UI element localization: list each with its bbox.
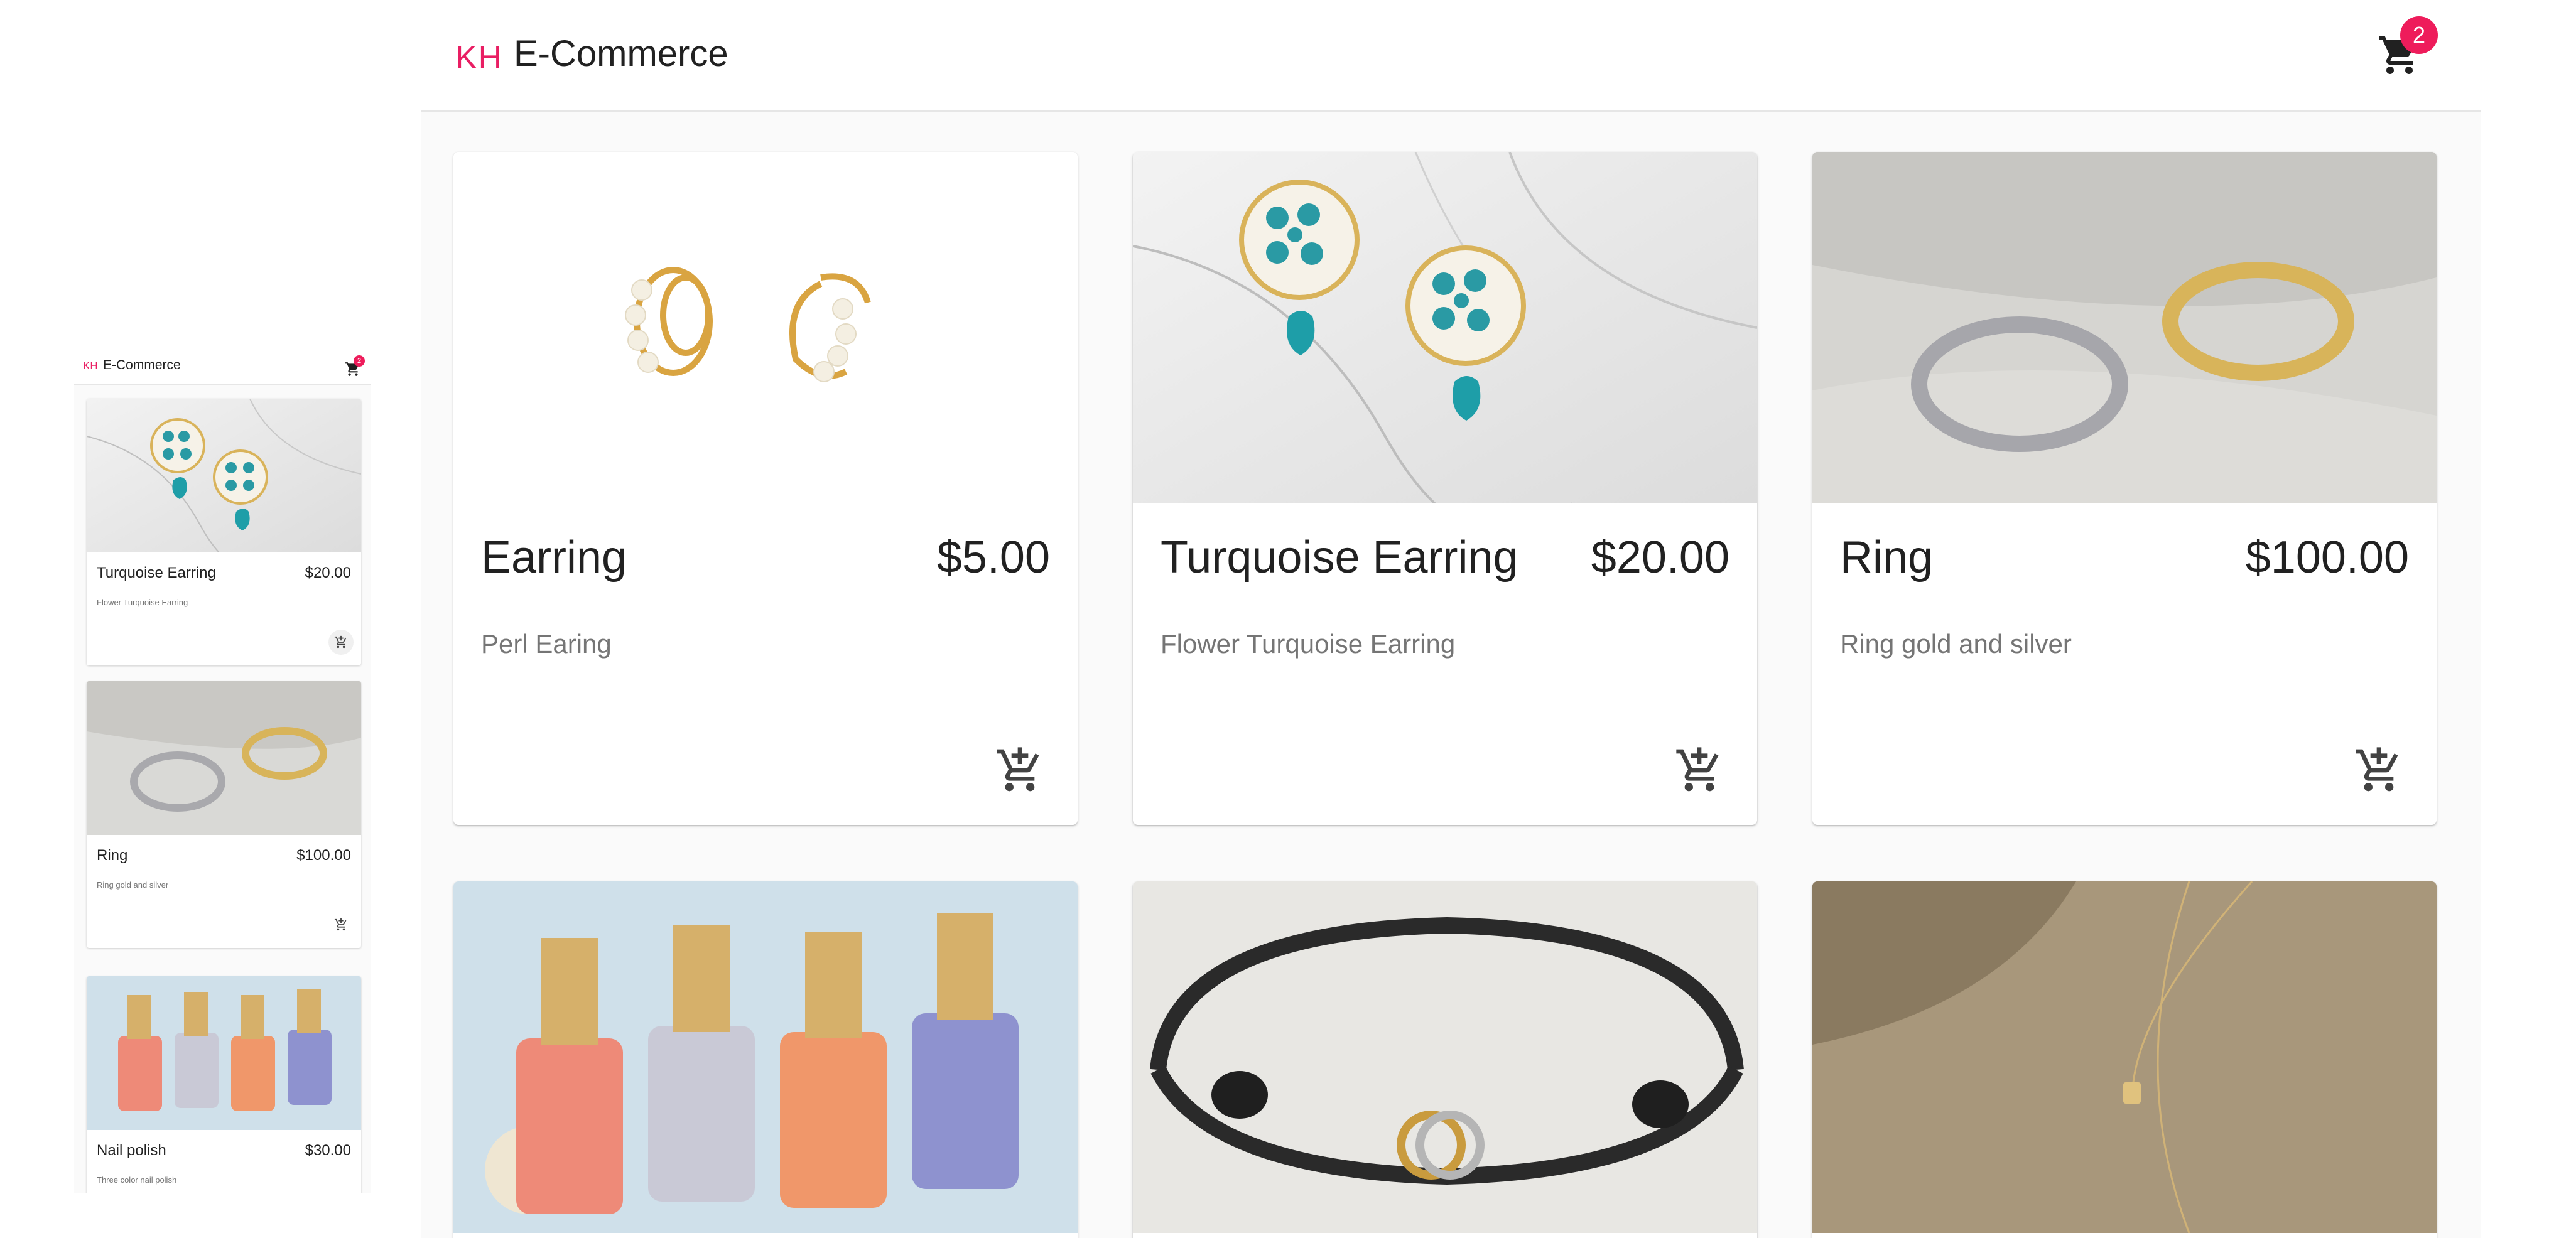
product-price: $20.00 [1591, 532, 1729, 583]
mobile-cart-badge: 2 [354, 355, 365, 367]
cart-badge: 2 [2400, 16, 2438, 54]
product-name: Turquoise Earring [1161, 532, 1518, 583]
nail-polish-image [87, 976, 361, 1130]
mobile-product-description: Flower Turquoise Earring [97, 598, 188, 607]
product-description: Flower Turquoise Earring [1161, 629, 1456, 659]
mobile-product-price: $20.00 [305, 564, 351, 581]
turquoise-earring-image [1133, 152, 1757, 503]
add-shopping-cart-icon [334, 918, 347, 931]
mobile-logo: KH [83, 360, 98, 372]
mobile-product-name: Turquoise Earring [97, 564, 216, 581]
add-shopping-cart-icon [997, 747, 1039, 792]
ring-image [87, 681, 361, 835]
add-to-cart-button[interactable] [995, 745, 1045, 795]
ring-image [1812, 152, 2437, 503]
product-card[interactable]: Ring $100.00 Ring gold and silver [1812, 152, 2437, 825]
mobile-product-description: Three color nail polish [97, 1175, 177, 1185]
pearl-earring-image [453, 152, 1078, 503]
product-price: $100.00 [2245, 532, 2409, 583]
mobile-product-card[interactable]: Turquoise Earring $20.00 Flower Turquois… [87, 399, 361, 665]
logo[interactable]: KH [455, 39, 503, 77]
mobile-product-price: $100.00 [296, 847, 351, 864]
product-description: Ring gold and silver [1840, 629, 2072, 659]
product-card[interactable]: Earring $5.00 Perl Earing [453, 152, 1078, 825]
add-to-cart-button[interactable] [1674, 745, 1724, 795]
add-to-cart-button[interactable] [328, 912, 354, 937]
bracelet-image [1133, 881, 1757, 1233]
nail-polish-image [453, 881, 1078, 1233]
mobile-preview: KH E-Commerce 2 Turquoise Earring $20.00… [74, 348, 371, 1193]
product-name: Earring [481, 532, 627, 583]
mobile-product-card[interactable]: Ring $100.00 Ring gold and silver [87, 681, 361, 948]
mobile-product-name: Nail polish [97, 1142, 166, 1159]
mobile-product-price: $30.00 [305, 1142, 351, 1159]
cart-button[interactable]: 2 [2372, 16, 2441, 88]
product-name: Ring [1840, 532, 1934, 583]
product-price: $5.00 [936, 532, 1050, 583]
mobile-product-name: Ring [97, 847, 128, 864]
product-card[interactable] [453, 881, 1078, 1238]
product-card[interactable]: Turquoise Earring $20.00 Flower Turquois… [1133, 152, 1757, 825]
mobile-product-description: Ring gold and silver [97, 880, 169, 890]
add-shopping-cart-icon [2356, 747, 2398, 792]
add-to-cart-button[interactable] [2354, 745, 2404, 795]
mobile-app-bar: KH E-Commerce 2 [74, 348, 371, 385]
app-title: E-Commerce [514, 33, 728, 74]
add-to-cart-button[interactable] [328, 630, 354, 655]
desktop-view: KH E-Commerce 2 Earring $5.00 Perl Earin… [421, 0, 2481, 1238]
mobile-product-card[interactable]: Nail polish $30.00 Three color nail poli… [87, 976, 361, 1193]
product-card[interactable] [1133, 881, 1757, 1238]
add-shopping-cart-icon [334, 635, 347, 649]
product-description: Perl Earing [481, 629, 612, 659]
turquoise-earring-image [87, 399, 361, 552]
product-card[interactable] [1812, 881, 2437, 1238]
app-bar: KH E-Commerce 2 [421, 0, 2481, 112]
mobile-app-title: E-Commerce [103, 358, 181, 372]
necklace-image [1812, 881, 2437, 1233]
add-shopping-cart-icon [1676, 747, 1719, 792]
mobile-cart-button[interactable]: 2 [341, 355, 366, 380]
